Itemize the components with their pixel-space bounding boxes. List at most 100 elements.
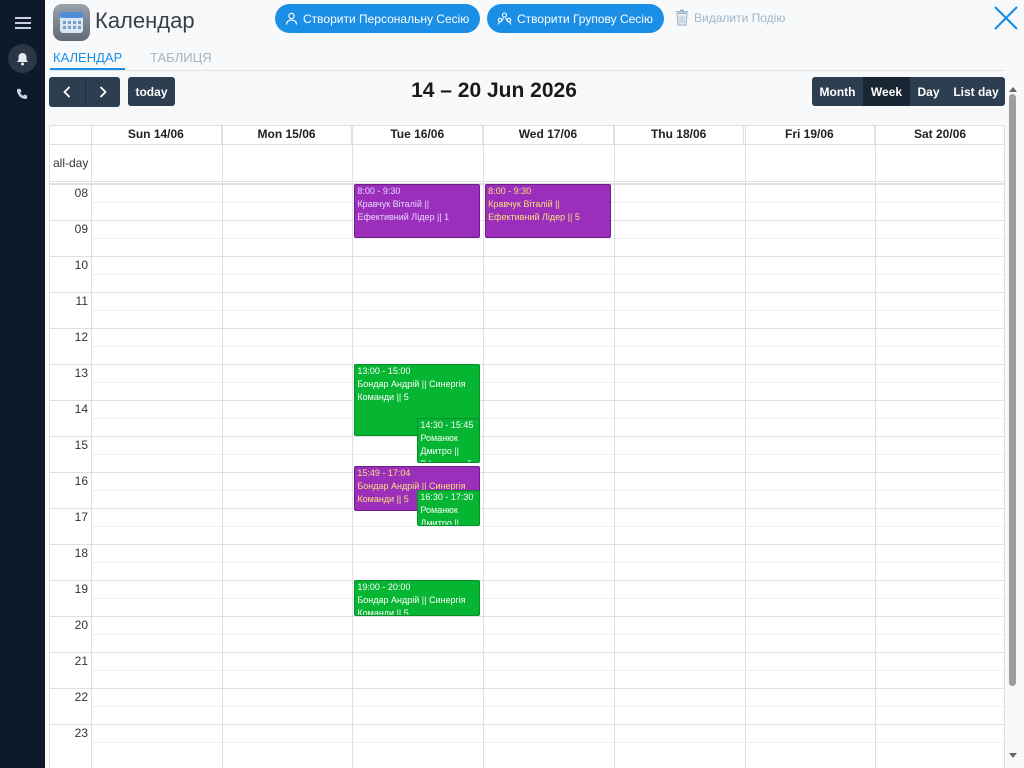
calendar-app-icon [53, 4, 90, 41]
tab-calendar[interactable]: КАЛЕНДАР [50, 50, 126, 70]
trash-icon [676, 9, 688, 26]
day-header[interactable]: Fri 19/06 [745, 126, 876, 144]
header-divider [50, 144, 1004, 145]
delete-event-label: Видалити Подію [694, 10, 786, 25]
half-hour-line [91, 670, 1004, 671]
allday-divider [50, 181, 1004, 182]
hour-line [50, 400, 1004, 401]
hour-line [50, 328, 1004, 329]
hour-line [50, 580, 1004, 581]
hour-line [50, 508, 1004, 509]
column-divider [613, 126, 615, 768]
create-group-session-label: Створити Групову Сесію [517, 11, 653, 26]
calendar-event[interactable]: 8:00 - 9:30 Кравчук Віталій || Ефективний… [354, 184, 481, 238]
axis-divider [91, 126, 92, 768]
day-header[interactable]: Tue 16/06 [352, 126, 484, 144]
scrollbar-thumb[interactable] [1009, 94, 1016, 686]
next-button[interactable] [84, 77, 120, 107]
event-title: Кравчук Віталій || Ефективний Лідер || 1 [357, 199, 450, 222]
event-title: Романюк Дмитро || Ефективний Лідер || 5 [420, 433, 471, 462]
calendar-event[interactable]: 14:30 - 15:45 Романюк Дмитро || Ефективни… [417, 418, 481, 463]
day-header[interactable]: Wed 17/06 [483, 126, 614, 144]
week-grid: Sun 14/06 Mon 15/06 Tue 16/06 Wed 17/06 Thu … [49, 125, 1005, 768]
hour-label: 16 [74, 474, 88, 488]
app-title: Календар [95, 8, 195, 33]
day-header[interactable]: Mon 15/06 [222, 126, 353, 144]
event-title: Романюк Дмитро || Ефективний Лідер || 5 [420, 505, 460, 526]
create-group-session-button[interactable]: Створити Групову Сесію [487, 4, 664, 33]
calendar-title: 14 – 20 Jun 2026 [411, 79, 577, 102]
column-divider [221, 126, 223, 768]
day-header[interactable]: Sun 14/06 [91, 126, 222, 144]
scrollbar[interactable] [1008, 87, 1017, 763]
hour-label: 20 [74, 618, 88, 632]
phone-icon[interactable] [8, 80, 37, 109]
close-icon[interactable] [990, 2, 1022, 34]
half-hour-line [91, 490, 1004, 491]
half-hour-line [91, 454, 1004, 455]
half-hour-line [91, 742, 1004, 743]
prev-button[interactable] [49, 77, 85, 107]
hour-line [50, 256, 1004, 257]
view-week-button[interactable]: Week [863, 77, 910, 106]
chevron-left-icon [62, 86, 70, 98]
event-time: 16:30 - 17:30 [420, 492, 474, 502]
view-list-day-button[interactable]: List day [947, 77, 1005, 106]
half-hour-line [91, 634, 1004, 635]
half-hour-line [91, 706, 1004, 707]
hour-line [50, 544, 1004, 545]
column-divider [875, 126, 877, 768]
hour-label: 13 [74, 366, 88, 380]
half-hour-line [91, 310, 1004, 311]
event-title: Бондар Андрій || Синергія Команди || 5 [357, 595, 466, 616]
tabs-divider [48, 70, 1006, 71]
nav-buttons [49, 77, 120, 107]
event-title: Бондар Андрій || Синергія Команди || 5 [357, 379, 466, 402]
half-hour-line [91, 562, 1004, 563]
calendar-event[interactable]: 19:00 - 20:00 Бондар Андрій || Синергія К… [354, 580, 481, 616]
calendar-event[interactable]: 16:30 - 17:30 Романюк Дмитро || Ефективни… [417, 490, 481, 526]
hour-line [50, 292, 1004, 293]
hour-line [50, 652, 1004, 653]
event-title: Кравчук Віталій || Ефективний Лідер || 5 [488, 199, 580, 222]
half-hour-line [91, 238, 1004, 239]
hour-line [50, 688, 1004, 689]
hour-line [50, 724, 1004, 725]
hour-line [50, 616, 1004, 617]
event-time: 13:00 - 15:00 [357, 366, 411, 376]
column-divider [352, 126, 354, 768]
group-icon [497, 12, 512, 25]
hour-label: 14 [74, 402, 88, 416]
hour-line [50, 364, 1004, 365]
view-month-button[interactable]: Month [812, 77, 863, 106]
menu-icon[interactable] [8, 8, 37, 37]
half-hour-line [91, 274, 1004, 275]
column-divider [744, 126, 746, 768]
day-header[interactable]: Sat 20/06 [875, 126, 1004, 144]
hour-label: 15 [74, 438, 88, 452]
event-time: 8:00 - 9:30 [488, 186, 532, 196]
delete-event-button[interactable]: Видалити Подію [675, 9, 785, 26]
half-hour-line [91, 346, 1004, 347]
calendar-event[interactable]: 8:00 - 9:30 Кравчук Віталій || Ефективний… [485, 184, 611, 238]
hour-line [50, 436, 1004, 437]
hour-label: 09 [74, 222, 88, 236]
hour-label: 21 [74, 654, 88, 668]
event-time: 8:00 - 9:30 [357, 186, 401, 196]
create-personal-session-button[interactable]: Створити Персональну Сесію [275, 4, 481, 33]
half-hour-line [91, 526, 1004, 527]
event-time: 19:00 - 20:00 [357, 582, 411, 592]
view-day-button[interactable]: Day [910, 77, 947, 106]
today-button[interactable]: today [128, 77, 175, 106]
half-hour-line [91, 382, 1004, 383]
hour-label: 19 [74, 582, 88, 596]
column-divider [483, 126, 485, 768]
hour-label: 18 [74, 546, 88, 560]
half-hour-line [91, 598, 1004, 599]
create-personal-session-label: Створити Персональну Сесію [303, 11, 470, 26]
tab-table[interactable]: ТАБЛИЦЯ [147, 50, 215, 68]
hour-label: 17 [74, 510, 88, 524]
bell-icon[interactable] [8, 44, 37, 73]
sidebar [0, 0, 45, 768]
day-header[interactable]: Thu 18/06 [614, 126, 745, 144]
